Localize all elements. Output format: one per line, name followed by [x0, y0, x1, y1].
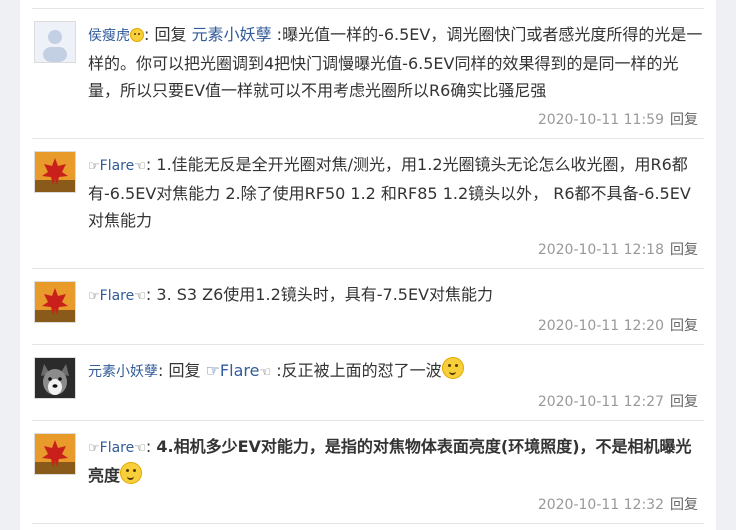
separator: : [145, 155, 157, 174]
separator: : [145, 437, 157, 456]
reply-button[interactable]: 回复 [670, 112, 698, 128]
reply-button[interactable]: 回复 [670, 318, 698, 334]
timestamp: 2020-10-11 11:59 [537, 112, 664, 128]
reply-text: 3. S3 Z6使用1.2镜头时，具有-7.5EV对焦能力 [156, 285, 494, 304]
username[interactable]: Flare [100, 288, 135, 304]
reply-text: 4.相机多少EV对能力，是指的对焦物体表面亮度(环境照度)，不是相机曝光亮度 [88, 437, 692, 485]
username[interactable]: 侯瘦虎 [88, 28, 130, 44]
reply-item: 侯瘦虎: 回复 元素小妖孽 :曝光值一样的-6.5EV，调光圈快门或者感光度所得… [32, 8, 704, 138]
reply-button[interactable]: 回复 [670, 497, 698, 513]
reply-word: 回复 [154, 25, 192, 44]
reply-item: ☞Flare☜: 1.佳能无反是全开光圈对焦/测光，用1.2光圈镜头无论怎么收光… [32, 138, 704, 268]
avatar[interactable] [34, 21, 76, 63]
reply-target-link[interactable]: Flare [220, 361, 260, 380]
hand-left-icon: ☜ [134, 441, 146, 456]
username[interactable]: 元素小妖孽 [88, 364, 158, 380]
grin-emoji-icon [130, 28, 144, 42]
timestamp: 2020-10-11 12:18 [537, 242, 664, 258]
avatar[interactable] [34, 281, 76, 323]
hand-left-icon: ☜ [134, 159, 146, 174]
reply-item: ☞Flare☜: 4.相机多少EV对能力，是指的对焦物体表面亮度(环境照度)，不… [32, 420, 704, 524]
username[interactable]: Flare [100, 440, 135, 456]
comment-panel: 侯瘦虎: 回复 元素小妖孽 :曝光值一样的-6.5EV，调光圈快门或者感光度所得… [20, 0, 716, 530]
maple-leaf-avatar-icon [35, 152, 75, 192]
timestamp: 2020-10-11 12:27 [537, 394, 664, 410]
reply-meta: 2020-10-11 12:27 回复 [32, 386, 704, 420]
timestamp: 2020-10-11 12:32 [537, 497, 664, 513]
reply-meta: 2020-10-11 12:18 回复 [32, 234, 704, 268]
hand-left-icon: ☜ [134, 289, 146, 304]
separator: : [144, 25, 155, 44]
laughing-emoji-icon [120, 462, 143, 484]
reply-button[interactable]: 回复 [670, 394, 698, 410]
husky-dog-avatar-icon [35, 358, 75, 398]
reply-button[interactable]: 回复 [670, 242, 698, 258]
reply-content: 元素小妖孽: 回复 ☞Flare☜ :反正被上面的怼了一波 [88, 345, 704, 386]
maple-leaf-avatar-icon [35, 282, 75, 322]
hand-left-icon: ☜ [259, 365, 272, 380]
separator: : [158, 361, 169, 380]
reply-content: ☞Flare☜: 1.佳能无反是全开光圈对焦/测光，用1.2光圈镜头无论怎么收光… [88, 139, 704, 234]
reply-text: 1.佳能无反是全开光圈对焦/测光，用1.2光圈镜头无论怎么收光圈，用R6都有-6… [88, 155, 691, 230]
hand-right-icon: ☞ [88, 159, 100, 174]
default-avatar-icon [35, 22, 75, 62]
reply-meta: 2020-10-11 11:59 回复 [32, 104, 704, 138]
maple-leaf-avatar-icon [35, 434, 75, 474]
hand-right-icon: ☞ [88, 289, 100, 304]
hand-right-icon: ☞ [205, 361, 220, 380]
timestamp: 2020-10-11 12:20 [537, 318, 664, 334]
reply-item: ☞Flare☜: 3. S3 Z6使用1.2镜头时，具有-7.5EV对焦能力 2… [32, 268, 704, 344]
avatar[interactable] [34, 433, 76, 475]
avatar[interactable] [34, 151, 76, 193]
reply-content: ☞Flare☜: 4.相机多少EV对能力，是指的对焦物体表面亮度(环境照度)，不… [88, 421, 704, 489]
surprised-emoji-icon [441, 357, 464, 379]
reply-text: :反正被上面的怼了一波 [271, 361, 442, 380]
reply-list: 侯瘦虎: 回复 元素小妖孽 :曝光值一样的-6.5EV，调光圈快门或者感光度所得… [32, 8, 704, 524]
reply-word: 回复 [168, 361, 206, 380]
avatar[interactable] [34, 357, 76, 399]
reply-meta: 2020-10-11 12:20 回复 [32, 310, 704, 344]
username[interactable]: Flare [100, 158, 135, 174]
reply-content: ☞Flare☜: 3. S3 Z6使用1.2镜头时，具有-7.5EV对焦能力 [88, 269, 704, 310]
reply-target-link[interactable]: 元素小妖孽 [192, 25, 272, 44]
reply-content: 侯瘦虎: 回复 元素小妖孽 :曝光值一样的-6.5EV，调光圈快门或者感光度所得… [88, 9, 704, 104]
reply-item: 元素小妖孽: 回复 ☞Flare☜ :反正被上面的怼了一波 2020-10-11… [32, 344, 704, 420]
hand-right-icon: ☞ [88, 441, 100, 456]
separator: : [145, 285, 157, 304]
reply-meta: 2020-10-11 12:32 回复 [32, 489, 704, 523]
